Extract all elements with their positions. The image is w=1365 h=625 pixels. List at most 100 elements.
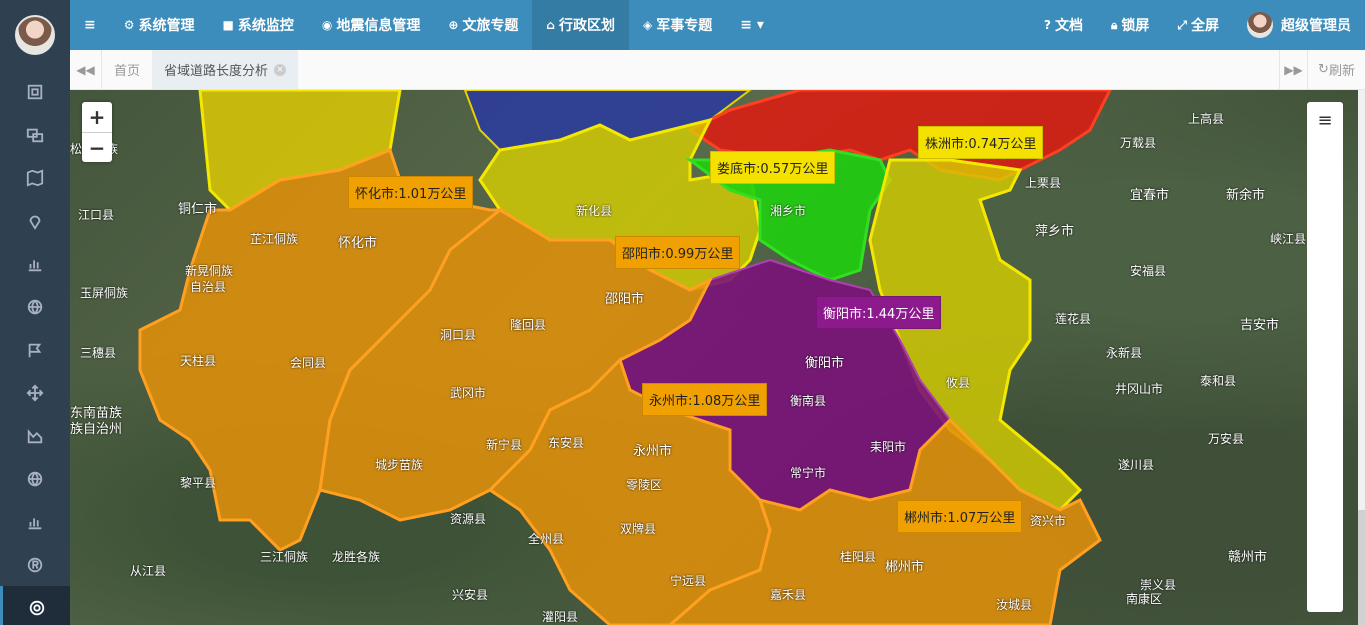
place-label: 安福县 (1130, 264, 1167, 278)
region-label-loudi[interactable]: 娄底市:0.57万公里 (710, 151, 836, 184)
refresh-label: 刷新 (1328, 64, 1355, 79)
place-label: 衡南县 (790, 394, 827, 408)
sidebar-item-lifebuoy[interactable] (0, 586, 70, 625)
nav-system-management[interactable]: ⚙ 系统管理 (110, 0, 209, 50)
place-label: 赣州市 (1228, 550, 1268, 565)
menu-toggle-button[interactable]: ≡ (70, 0, 110, 50)
sidebar-item-chart[interactable] (0, 242, 70, 285)
sidebar-item-layers[interactable] (0, 113, 70, 156)
place-label: 全州县 (528, 532, 565, 546)
nav-label: 锁屏 (1121, 18, 1150, 34)
area-chart-icon (27, 428, 43, 443)
nav-military[interactable]: ◈ 军事专题 (629, 0, 726, 50)
place-label: 萍乡市 (1035, 224, 1075, 239)
bank-icon: ⌂ (546, 18, 555, 32)
sidebar-avatar-wrap (0, 0, 70, 70)
tab-home[interactable]: 首页 (102, 50, 152, 89)
place-label: 常宁市 (790, 466, 827, 480)
place-label: 黎平县 (180, 476, 217, 490)
lifebuoy-icon (29, 600, 44, 615)
zoom-control: + − (82, 102, 112, 162)
place-label: 新晃侗族 (185, 264, 234, 278)
place-label: 新宁县 (486, 438, 523, 452)
sidebar-item-marker[interactable] (0, 199, 70, 242)
tabs-scroll-left-button[interactable]: ◀◀ (70, 50, 102, 89)
place-label: 桂阳县 (840, 550, 877, 564)
globe-icon (27, 471, 43, 487)
nav-more-dropdown[interactable]: ≡ ▾ (726, 0, 778, 50)
place-label: 井冈山市 (1115, 382, 1164, 396)
place-label: 宜春市 (1130, 188, 1170, 203)
close-icon[interactable]: × (274, 63, 287, 76)
avatar[interactable] (15, 15, 55, 55)
place-label: 从江县 (130, 564, 167, 578)
nav-fullscreen[interactable]: ⤢ 全屏 (1163, 0, 1233, 50)
tabs-scroll-right-button[interactable]: ▶▶ (1279, 50, 1307, 89)
region-label-huaihua[interactable]: 怀化市:1.01万公里 (348, 176, 474, 209)
sidebar-item-globe[interactable] (0, 285, 70, 328)
tab-road-length-analysis[interactable]: 省域道路长度分析 × (152, 50, 299, 89)
region-label-shaoyang[interactable]: 邵阳市:0.99万公里 (615, 236, 741, 269)
flag-icon (28, 343, 42, 357)
place-label: 遂川县 (1118, 458, 1155, 472)
region-label-zhuzhou[interactable]: 株洲市:0.74万公里 (918, 126, 1044, 159)
zoom-out-button[interactable]: − (82, 132, 112, 162)
list-icon: ≡ (1317, 110, 1333, 131)
nav-label: 系统管理 (138, 18, 195, 34)
scrollbar-thumb[interactable] (1358, 90, 1365, 510)
frame-icon (27, 84, 43, 99)
nav-administrative-division[interactable]: ⌂ 行政区划 (532, 0, 629, 50)
place-label: 万安县 (1208, 432, 1245, 446)
sidebar-item-move[interactable] (0, 371, 70, 414)
place-label: 兴安县 (452, 588, 489, 602)
place-label: 江口县 (78, 208, 115, 222)
sidebar-item-area-chart[interactable] (0, 414, 70, 457)
map-scrollbar[interactable] (1358, 90, 1365, 625)
sidebar-item-flag[interactable] (0, 328, 70, 371)
double-chevron-left-icon: ◀◀ (76, 62, 95, 77)
place-label: 会同县 (290, 356, 327, 370)
sidebar-item-globe-2[interactable] (0, 457, 70, 500)
nav-label: 军事专题 (656, 18, 713, 34)
sidebar-item-map[interactable] (0, 156, 70, 199)
place-label: 耒阳市 (870, 440, 907, 454)
sidebar-item-frame[interactable] (0, 70, 70, 113)
map-view[interactable]: 铜仁市 怀化市 邵阳市 衡阳市 永州市 郴州市 萍乡市 宜春市 新余市 吉安市 … (70, 90, 1365, 625)
place-label: 玉屏侗族 (80, 286, 129, 300)
region-label-yongzhou[interactable]: 永州市:1.08万公里 (642, 383, 768, 416)
place-label: 资兴市 (1030, 514, 1067, 528)
move-icon (26, 384, 44, 401)
tabbar-spacer (298, 50, 1279, 89)
nav-earthquake-info[interactable]: ◉ 地震信息管理 (308, 0, 434, 50)
place-label: 宁远县 (670, 574, 707, 588)
place-label: 南康区 (1126, 592, 1163, 606)
place-label: 莲花县 (1055, 312, 1092, 326)
nav-culture-tourism[interactable]: ⊕ 文旅专题 (434, 0, 532, 50)
layer-switcher-button[interactable]: ≡ (1307, 102, 1343, 612)
place-label: 邵阳市 (605, 292, 645, 307)
place-label: 自治县 (190, 280, 227, 294)
nav-user-menu[interactable]: 超级管理员 (1233, 0, 1365, 50)
double-chevron-right-icon: ▶▶ (1284, 62, 1303, 77)
nav-label: 地震信息管理 (336, 18, 421, 34)
place-label: 上栗县 (1025, 176, 1062, 190)
region-label-hengyang[interactable]: 衡阳市:1.44万公里 (816, 296, 942, 329)
nav-lock-screen[interactable]: 🔒︎ 锁屏 (1097, 0, 1163, 50)
sidebar-item-chart-2[interactable] (0, 500, 70, 543)
place-label: 双牌县 (620, 522, 657, 536)
place-label: 洞口县 (440, 328, 477, 342)
place-label: 隆回县 (510, 318, 547, 332)
place-label: 新化县 (576, 204, 613, 218)
place-label: 怀化市 (338, 236, 378, 251)
sidebar-item-registered[interactable] (0, 543, 70, 586)
nav-docs[interactable]: ? 文档 (1030, 0, 1097, 50)
region-label-chenzhou[interactable]: 郴州市:1.07万公里 (897, 500, 1023, 533)
zoom-in-button[interactable]: + (82, 102, 112, 132)
question-icon: ? (1044, 18, 1051, 32)
refresh-button[interactable]: ↻ 刷新 (1307, 50, 1365, 89)
expand-icon: ⤢ (1177, 17, 1187, 32)
refresh-icon: ↻ (1318, 62, 1329, 77)
place-label: 衡阳市 (805, 356, 845, 371)
nav-system-monitor[interactable]: ■ 系统监控 (209, 0, 308, 50)
place-label: 龙胜各族 (332, 550, 381, 564)
